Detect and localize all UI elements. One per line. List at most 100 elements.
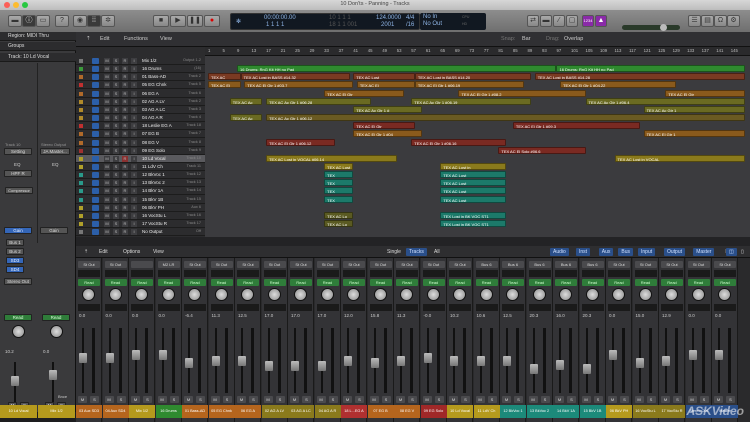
mute-button[interactable]: M [714, 396, 723, 403]
track-input-button[interactable]: I [131, 66, 137, 73]
volume-fader[interactable] [79, 328, 87, 393]
output-slot[interactable]: St Out [687, 261, 710, 268]
region[interactable]: TEX AC Lost [440, 187, 506, 195]
track-solo-button[interactable]: S [113, 106, 119, 113]
channel-name[interactable]: 15 BkV 1B [579, 405, 606, 418]
pan-knob[interactable] [241, 288, 254, 301]
solo-button[interactable]: S [275, 396, 285, 403]
pan-knob[interactable] [82, 288, 95, 301]
filter-audio[interactable]: Audio [550, 248, 569, 256]
track-header[interactable]: M S R I 01 Bass-AD Track 2 [76, 73, 205, 82]
track-header[interactable]: M S R I 05 EG Chnk Track 5 [76, 81, 205, 90]
region[interactable]: TEX AC Lost [353, 73, 415, 81]
region[interactable]: TEX AC El Gtr [324, 89, 405, 97]
volume-fader[interactable] [450, 328, 458, 393]
region[interactable]: TEX Lost in BK VOC ST1 [440, 220, 506, 227]
track-header[interactable]: M S R I 16 Drums (16) [76, 65, 205, 74]
track-input-button[interactable]: I [131, 221, 137, 227]
track-solo-button[interactable]: S [113, 66, 119, 73]
channel-name[interactable]: 03 Aux SD3 [76, 405, 102, 418]
track-solo-button[interactable]: S [113, 98, 119, 105]
channel-name[interactable]: 06 EG A [235, 405, 261, 418]
automation-mode[interactable]: Read [396, 279, 418, 286]
mute-button[interactable]: M [475, 396, 485, 403]
automation-mode[interactable]: Read [581, 279, 604, 286]
automation-mode[interactable]: Read [369, 279, 392, 286]
fader-cap-2[interactable] [49, 370, 57, 380]
channel-name[interactable]: 10 Ld Vocal [447, 405, 473, 418]
mixer-button[interactable]: ⁞⁞ [87, 15, 101, 27]
track-mute-button[interactable]: M [104, 139, 110, 146]
solo-button[interactable]: S [222, 396, 232, 403]
send-sd4[interactable]: SD4 [6, 266, 24, 273]
track-mute-button[interactable]: M [104, 66, 110, 73]
region[interactable]: TEX AC El Gtr 1 [643, 130, 746, 138]
mixer-options-menu[interactable]: Options [120, 248, 143, 256]
automation-mode[interactable]: Read [316, 279, 339, 286]
fader-cap[interactable] [715, 350, 723, 360]
stop-button[interactable]: ■ [153, 15, 169, 27]
pan-knob[interactable] [108, 288, 122, 301]
volume-fader[interactable] [264, 328, 273, 393]
loop-browser-button[interactable]: Ω [714, 15, 727, 27]
channel-name[interactable]: 09 EG Solo [420, 405, 447, 418]
group-slot[interactable] [634, 270, 657, 277]
inspector-button[interactable]: ⓘ [22, 15, 36, 27]
channel-name[interactable]: 14 BkV 1A [553, 405, 579, 418]
output-slot[interactable]: St Out [237, 261, 259, 268]
fader-cap[interactable] [688, 350, 697, 360]
gain-plugin-1[interactable]: Gain [4, 227, 32, 234]
track-solo-button[interactable]: S [113, 155, 119, 162]
track-record-button[interactable]: R [122, 123, 128, 130]
solo-button[interactable]: S [408, 396, 417, 403]
output-slot[interactable]: St Out [290, 261, 312, 268]
track-input-button[interactable]: I [131, 58, 137, 64]
solo-button[interactable]: S [514, 396, 523, 403]
pan-knob[interactable] [294, 288, 307, 301]
track-input-button[interactable]: I [131, 131, 137, 138]
track-mute-button[interactable]: M [104, 90, 110, 97]
tuner-button[interactable]: ⁄ [553, 15, 565, 27]
track-input-button[interactable]: I [131, 139, 137, 146]
track-input-button[interactable]: I [131, 229, 137, 236]
mixer-tracks-tab[interactable]: Tracks [406, 248, 427, 256]
toolbar-button[interactable]: ▭ [36, 15, 50, 27]
track-header[interactable]: M S R I 11 LdV Ch Track 11 [76, 163, 205, 171]
solo-button[interactable]: S [196, 396, 205, 403]
region[interactable]: TEX [324, 171, 354, 179]
group-slot[interactable] [528, 270, 551, 277]
channel-name[interactable]: 01 Bass-AD [182, 405, 208, 418]
region[interactable]: TEX AC El Gtr 1 #08.2 [458, 89, 586, 97]
volume-fader[interactable] [715, 328, 723, 393]
track-solo-button[interactable]: S [113, 147, 119, 154]
solo-button[interactable]: S [593, 396, 603, 403]
region[interactable]: TEX AC Lost [440, 171, 506, 179]
track-input-button[interactable]: I [131, 98, 137, 105]
solo-button[interactable]: S [90, 396, 99, 403]
track-input-button[interactable]: I [131, 155, 137, 162]
output-stereo-out[interactable]: Stereo Out [4, 278, 32, 285]
track-mute-button[interactable]: M [104, 147, 110, 154]
region[interactable]: TEX AC Ac Gtr 1 [643, 105, 746, 113]
automation-mode[interactable]: Read [131, 279, 153, 286]
track-record-button[interactable]: R [122, 106, 128, 113]
volume-fader[interactable] [132, 328, 140, 393]
fader-cap[interactable] [317, 361, 326, 371]
track-record-button[interactable]: R [122, 82, 128, 89]
track-mute-button[interactable]: M [104, 172, 110, 179]
mute-button[interactable]: M [528, 396, 538, 403]
group-slot[interactable] [263, 270, 286, 277]
channel-name[interactable]: 16 VocStu L [632, 405, 659, 418]
group-slot[interactable] [290, 270, 312, 277]
region[interactable]: TEX AC Lost [324, 162, 354, 170]
track-mute-button[interactable]: M [104, 106, 110, 113]
track-input-button[interactable]: I [131, 188, 137, 195]
group-slot[interactable] [210, 270, 233, 277]
region[interactable]: TEX AC Ac [229, 114, 263, 122]
automation-mode[interactable]: Read [528, 279, 551, 286]
record-button[interactable]: ● [204, 15, 220, 27]
track-header[interactable]: M S R I 18 Leslie EG A Track 18 [76, 122, 205, 131]
group-slot[interactable] [502, 270, 524, 277]
mute-button[interactable]: M [78, 396, 87, 403]
quick-help-button[interactable]: ? [55, 15, 69, 27]
